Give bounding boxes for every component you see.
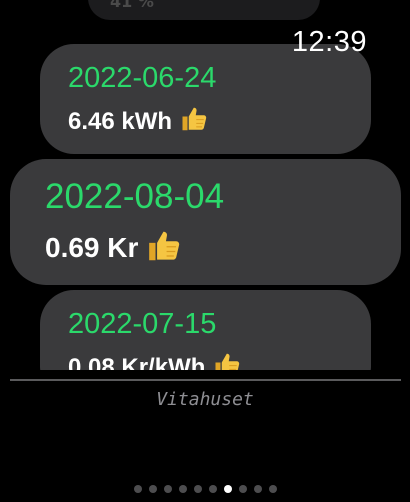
peek-value: 41 % bbox=[110, 0, 154, 11]
page-dot[interactable] bbox=[268, 485, 277, 493]
footer-label: Vitahuset bbox=[156, 389, 254, 410]
thumbs-up-icon bbox=[213, 350, 243, 370]
reading-date: 2022-07-15 bbox=[68, 308, 217, 340]
reading-card-focused[interactable]: 2022-08-04 0.69 Kr bbox=[10, 159, 401, 285]
page-dot[interactable] bbox=[178, 485, 187, 493]
reading-card[interactable]: 2022-07-15 0.08 Kr/kWh bbox=[40, 290, 371, 370]
thumbs-up-icon bbox=[146, 227, 184, 272]
page-dot[interactable] bbox=[208, 485, 217, 493]
page-dot-active[interactable] bbox=[223, 485, 232, 493]
page-dot[interactable] bbox=[133, 485, 142, 493]
reading-value: 0.08 Kr/kWh bbox=[68, 353, 206, 370]
page-dot[interactable] bbox=[193, 485, 202, 493]
status-time: 12:39 bbox=[291, 26, 367, 58]
reading-value: 6.46 kWh bbox=[68, 107, 173, 135]
page-dot[interactable] bbox=[163, 485, 172, 493]
reading-value: 0.69 Kr bbox=[45, 231, 139, 263]
page-dot[interactable] bbox=[253, 485, 262, 493]
thumbs-up-icon bbox=[180, 104, 210, 141]
reading-date: 2022-08-04 bbox=[45, 177, 225, 216]
page-indicator[interactable] bbox=[0, 485, 410, 493]
divider bbox=[10, 379, 401, 381]
page-dot[interactable] bbox=[148, 485, 157, 493]
reading-value-row: 0.08 Kr/kWh bbox=[68, 350, 243, 370]
watch-screen: 41 % 2022-06-24 6.46 kWh 2022-08-04 0.69… bbox=[0, 0, 410, 502]
reading-date: 2022-06-24 bbox=[68, 62, 217, 94]
list-item-peek[interactable]: 41 % bbox=[88, 0, 320, 20]
reading-value-row: 6.46 kWh bbox=[68, 104, 210, 141]
reading-value-row: 0.69 Kr bbox=[45, 227, 184, 272]
page-dot[interactable] bbox=[238, 485, 247, 493]
reading-card[interactable]: 2022-06-24 6.46 kWh bbox=[40, 44, 371, 154]
